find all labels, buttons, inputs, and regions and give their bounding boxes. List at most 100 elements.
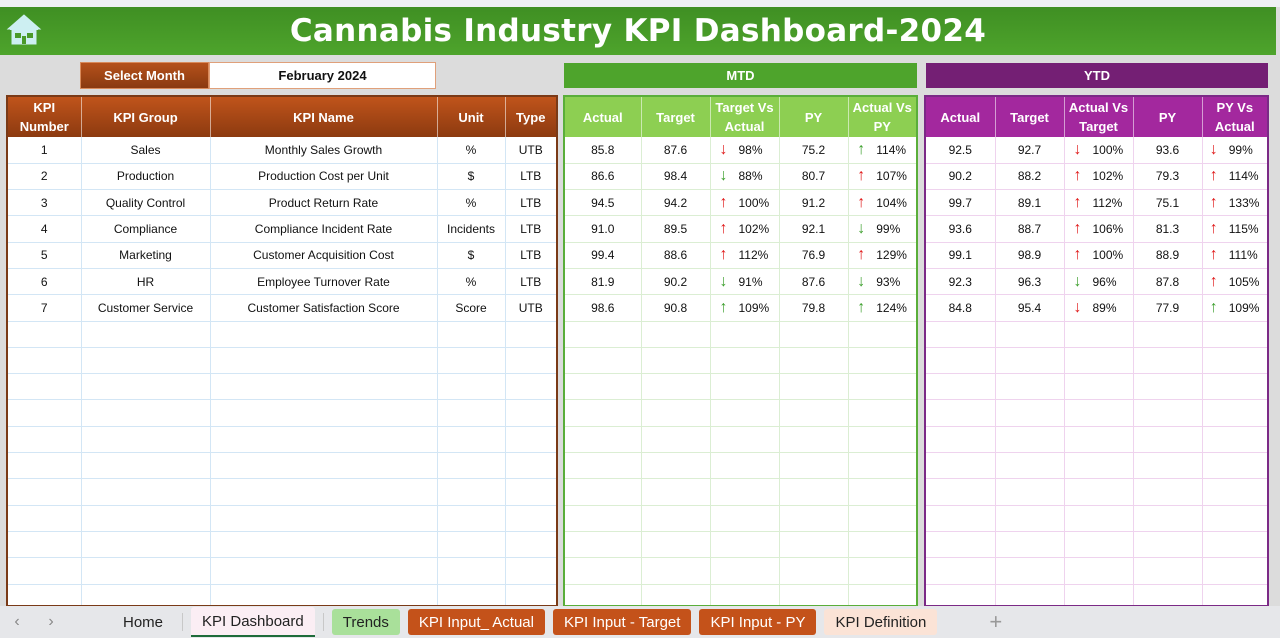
type-cell: UTB	[505, 294, 556, 322]
empty-cell	[8, 452, 82, 480]
ytd-actual-cell: 92.5	[926, 137, 996, 164]
kpi-name-cell: Monthly Sales Growth	[210, 137, 438, 164]
arrow-up-icon: ↑	[719, 193, 728, 211]
comparison-percent: 124%	[876, 300, 907, 315]
empty-cell	[1202, 373, 1267, 401]
empty-cell	[565, 347, 642, 375]
empty-row	[565, 321, 916, 348]
empty-cell	[210, 505, 438, 532]
empty-cell	[81, 531, 211, 559]
empty-cell	[81, 557, 211, 585]
sheet-tab-kpi-input-target[interactable]: KPI Input - Target	[552, 609, 692, 635]
empty-row	[926, 373, 1267, 401]
mtd-col-header: Target	[641, 97, 711, 137]
empty-row	[8, 399, 556, 427]
sheet-tab-trends[interactable]: Trends	[331, 609, 400, 635]
sheet-tab-kpi-definition[interactable]: KPI Definition	[824, 609, 938, 635]
empty-row	[565, 452, 916, 480]
empty-cell	[1064, 531, 1134, 559]
empty-cell	[1133, 478, 1203, 506]
home-icon[interactable]	[6, 12, 42, 48]
empty-cell	[81, 478, 211, 506]
table-row: 93.6 88.7 ↑ 106% 81.3 ↑ 115%	[926, 215, 1267, 243]
empty-cell	[505, 347, 556, 375]
unit-cell: Score	[437, 294, 506, 322]
comparison-cell: ↓ 99%	[1202, 137, 1267, 164]
table-row: 3 Quality Control Product Return Rate% LTB	[8, 189, 556, 217]
empty-cell	[1064, 505, 1134, 532]
comparison-cell: ↑ 107%	[848, 163, 916, 191]
empty-cell	[8, 321, 82, 348]
empty-cell	[210, 478, 438, 506]
kpi-col-header: KPI Group	[81, 97, 211, 137]
sheet-tab-home[interactable]: Home	[112, 609, 174, 635]
comparison-cell: ↑ 109%	[710, 294, 780, 322]
kpi-name-cell: Product Return Rate	[210, 189, 438, 217]
empty-cell	[81, 452, 211, 480]
empty-cell	[779, 373, 849, 401]
comparison-cell: ↑ 114%	[848, 137, 916, 164]
empty-cell	[848, 426, 916, 454]
empty-cell	[710, 584, 780, 605]
empty-cell	[8, 347, 82, 375]
empty-cell	[437, 557, 506, 585]
empty-cell	[1202, 531, 1267, 559]
empty-row	[8, 557, 556, 585]
add-sheet-button[interactable]: +	[989, 609, 1002, 635]
arrow-down-icon: ↓	[1209, 140, 1218, 158]
ytd-target-cell: 88.7	[995, 215, 1065, 243]
empty-cell	[565, 373, 642, 401]
sheet-tab-kpi-input-py[interactable]: KPI Input - PY	[699, 609, 817, 635]
empty-cell	[1133, 584, 1203, 605]
comparison-cell: ↓ 98%	[710, 137, 780, 164]
empty-cell	[210, 347, 438, 375]
kpi-group-cell: Customer Service	[81, 294, 211, 322]
empty-cell	[505, 373, 556, 401]
empty-cell	[8, 399, 82, 427]
empty-row	[8, 452, 556, 480]
arrow-up-icon: ↑	[1209, 298, 1218, 316]
empty-row	[926, 478, 1267, 506]
comparison-cell: ↓ 93%	[848, 268, 916, 296]
empty-cell	[779, 452, 849, 480]
empty-cell	[505, 531, 556, 559]
empty-cell	[437, 426, 506, 454]
ytd-py-cell: 79.3	[1133, 163, 1203, 191]
ytd-target-cell: 96.3	[995, 268, 1065, 296]
title-banner: Cannabis Industry KPI Dashboard-2024	[0, 7, 1276, 55]
empty-cell	[210, 531, 438, 559]
comparison-percent: 114%	[1228, 169, 1259, 184]
empty-cell	[210, 426, 438, 454]
next-sheet-button[interactable]: ›	[34, 613, 68, 631]
empty-cell	[779, 584, 849, 605]
sheet-tab-kpi-dashboard[interactable]: KPI Dashboard	[191, 607, 315, 637]
empty-cell	[210, 321, 438, 348]
empty-cell	[641, 557, 711, 585]
empty-row	[8, 373, 556, 401]
empty-cell	[995, 531, 1065, 559]
unit-cell: $	[437, 242, 506, 269]
empty-row	[565, 373, 916, 401]
sheet-tab-kpi-input-actual[interactable]: KPI Input_ Actual	[407, 609, 545, 635]
empty-cell	[210, 452, 438, 480]
empty-cell	[779, 321, 849, 348]
mtd-py-cell: 91.2	[779, 189, 849, 217]
empty-cell	[848, 584, 916, 605]
empty-row	[565, 426, 916, 454]
unit-cell: %	[437, 189, 506, 217]
select-month-label: Select Month	[80, 62, 209, 89]
arrow-up-icon: ↑	[1209, 272, 1218, 290]
arrow-up-icon: ↑	[719, 298, 728, 316]
empty-row	[565, 399, 916, 427]
empty-cell	[1202, 399, 1267, 427]
empty-cell	[641, 452, 711, 480]
ytd-target-cell: 92.7	[995, 137, 1065, 164]
ytd-actual-cell: 93.6	[926, 215, 996, 243]
mtd-target-cell: 87.6	[641, 137, 711, 164]
empty-cell	[1133, 531, 1203, 559]
prev-sheet-button[interactable]: ‹	[0, 613, 34, 631]
ytd-py-cell: 75.1	[1133, 189, 1203, 217]
comparison-cell: ↑ 100%	[1064, 242, 1134, 269]
month-dropdown[interactable]: February 2024	[209, 62, 436, 89]
empty-cell	[210, 373, 438, 401]
